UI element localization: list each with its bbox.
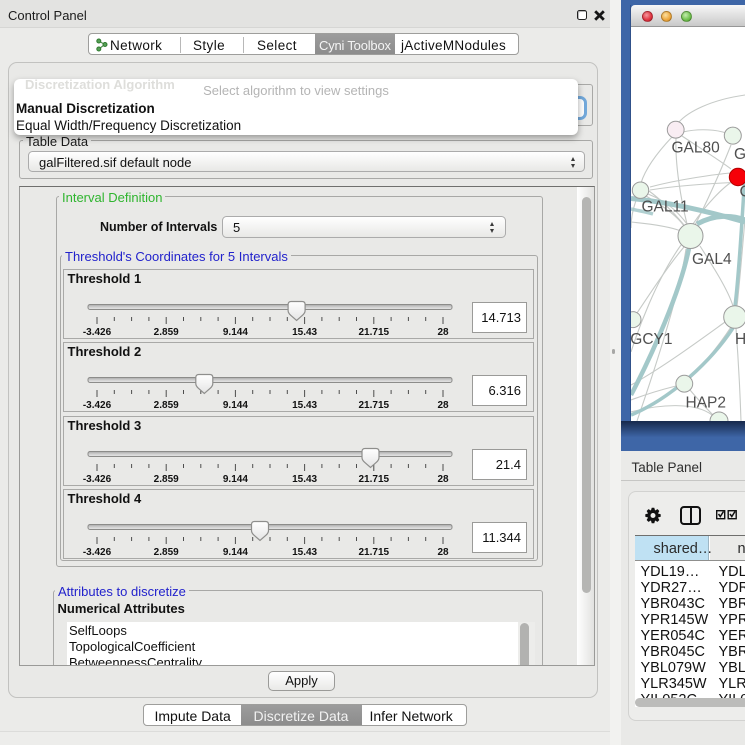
svg-text:GAL80: GAL80 — [672, 140, 721, 157]
svg-text:H: H — [735, 331, 745, 348]
svg-text:HAP2: HAP2 — [686, 395, 727, 412]
svg-text:GAL11: GAL11 — [642, 199, 689, 216]
svg-text:GCY1: GCY1 — [631, 331, 673, 348]
svg-text:C: C — [740, 184, 745, 201]
svg-text:GA: GA — [734, 146, 745, 163]
svg-text:GAL4: GAL4 — [692, 251, 732, 268]
